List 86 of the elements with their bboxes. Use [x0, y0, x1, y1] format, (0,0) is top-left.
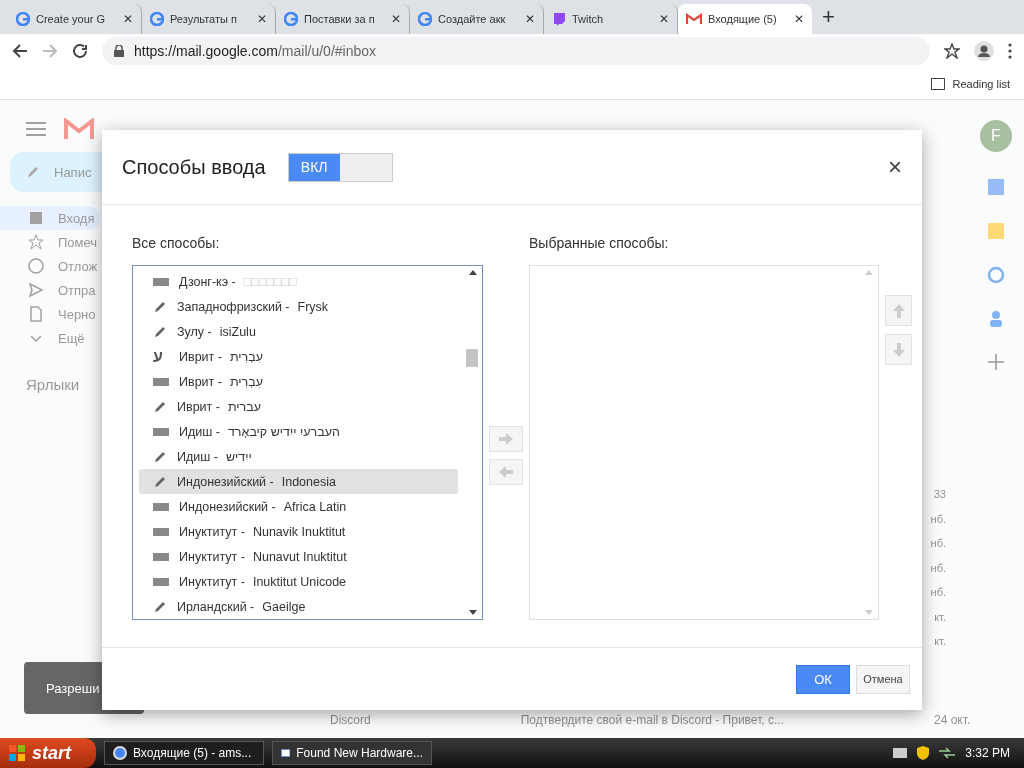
- more-icon[interactable]: [1008, 43, 1012, 59]
- person-icon[interactable]: [987, 310, 1005, 328]
- star-icon[interactable]: [944, 43, 960, 59]
- reload-icon[interactable]: [72, 43, 88, 59]
- menu-icon[interactable]: [26, 122, 46, 136]
- close-button[interactable]: ×: [888, 153, 902, 181]
- email-subject: Подтвердите свой e-mail в Discord - Привет, с...: [520, 713, 784, 727]
- google-icon: [418, 12, 432, 26]
- scroll-up-icon: [469, 270, 477, 275]
- down-arrow-icon: [892, 342, 905, 357]
- profile-icon[interactable]: [974, 41, 994, 61]
- email-date: кт.: [934, 635, 946, 649]
- email-date: нб.: [930, 561, 946, 576]
- method-item[interactable]: Дзонг-кэ - □□□□□□□: [139, 269, 458, 294]
- lock-icon: [114, 45, 124, 57]
- method-item[interactable]: Ирландский - Gaeilge: [139, 594, 458, 619]
- new-tab-button[interactable]: +: [822, 4, 835, 30]
- pencil-icon: [153, 399, 167, 414]
- star-icon: [28, 234, 44, 250]
- pencil-icon: [153, 324, 167, 339]
- file-icon: [28, 306, 44, 322]
- close-icon[interactable]: ✕: [391, 12, 401, 26]
- google-icon: [284, 12, 298, 26]
- cancel-button[interactable]: Отмена: [856, 664, 910, 694]
- email-date: 24 окт.: [933, 713, 971, 727]
- methods-list[interactable]: [132, 265, 483, 620]
- close-icon[interactable]: ✕: [659, 12, 669, 26]
- start-button[interactable]: start: [0, 738, 96, 768]
- selected-methods-label: Выбранные способы:: [529, 235, 670, 253]
- close-icon[interactable]: ✕: [123, 12, 133, 26]
- remove-button[interactable]: [489, 459, 523, 485]
- right-arrow-icon: [499, 433, 513, 445]
- google-icon: [16, 12, 30, 26]
- close-icon[interactable]: ✕: [257, 12, 267, 26]
- close-icon[interactable]: ✕: [794, 12, 804, 26]
- move-up-button[interactable]: [885, 295, 912, 326]
- pencil-icon: [153, 299, 167, 314]
- add-button[interactable]: [489, 426, 523, 452]
- gmail-icon: [686, 13, 702, 25]
- labels-heading: Ярлыки: [25, 375, 81, 393]
- email-sender: Discord: [330, 713, 371, 727]
- pencil-icon: [26, 165, 40, 179]
- email-date: нб.: [930, 586, 946, 600]
- window-icon: [281, 747, 291, 759]
- email-date: нб.: [930, 537, 946, 551]
- reading-list-link[interactable]: Reading list: [952, 77, 1010, 90]
- method-item[interactable]: Инуктитут - Nunavut Inuktitut: [139, 544, 458, 569]
- taskbar-button[interactable]: Входящие (5) - ams...: [104, 741, 264, 765]
- scroll-down-icon: [469, 610, 477, 615]
- google-icon: [150, 12, 164, 26]
- close-icon[interactable]: ✕: [525, 12, 535, 26]
- twitch-icon: [552, 12, 566, 26]
- left-arrow-icon: [499, 466, 513, 478]
- scroll-up-icon: [865, 270, 873, 275]
- gmail-logo-icon: [64, 118, 94, 140]
- email-date: кт.: [934, 610, 946, 625]
- back-icon[interactable]: [12, 43, 28, 59]
- taskbar-button[interactable]: Found New Hardware...: [272, 741, 432, 765]
- move-down-button[interactable]: [885, 334, 912, 365]
- method-item[interactable]: Зулу - isiZulu: [139, 319, 458, 344]
- selected-methods-list[interactable]: [529, 265, 879, 620]
- plus-icon[interactable]: [988, 354, 1004, 370]
- up-arrow-icon: [892, 303, 905, 318]
- forward-icon[interactable]: [42, 43, 58, 59]
- method-item[interactable]: Инуктитут - Inuktitut Unicode: [139, 569, 458, 594]
- hebrew-letter-icon: ע: [153, 347, 169, 366]
- scrollbar-thumb[interactable]: [466, 349, 478, 367]
- email-date: 33: [933, 488, 946, 502]
- method-item[interactable]: Индонезийский - Indonesia: [139, 469, 458, 494]
- method-item[interactable]: Индонезийский - Africa Latin: [139, 494, 458, 519]
- pencil-icon: [153, 474, 167, 489]
- shield-icon: [917, 746, 930, 760]
- method-item[interactable]: Инуктитут - Nunavik Inuktitut: [139, 519, 458, 544]
- clock-time: 3:32 PM: [965, 746, 1010, 760]
- address-bar[interactable]: https://mail.google.com/mail/u/0/#inbox: [102, 37, 930, 65]
- windows-flag-icon: [8, 744, 26, 762]
- all-methods-label: Все способы:: [132, 235, 221, 253]
- browser-tab[interactable]: Входящие (5) ✕: [678, 4, 812, 34]
- scroll-down-icon: [865, 610, 873, 615]
- method-item[interactable]: Западнофризский - Frysk: [139, 294, 458, 319]
- email-date: нб.: [930, 512, 946, 527]
- send-icon: [28, 282, 44, 298]
- pencil-icon: [153, 599, 167, 614]
- network-icon: [939, 747, 956, 759]
- pencil-icon: [153, 449, 167, 464]
- chrome-icon: [113, 746, 127, 760]
